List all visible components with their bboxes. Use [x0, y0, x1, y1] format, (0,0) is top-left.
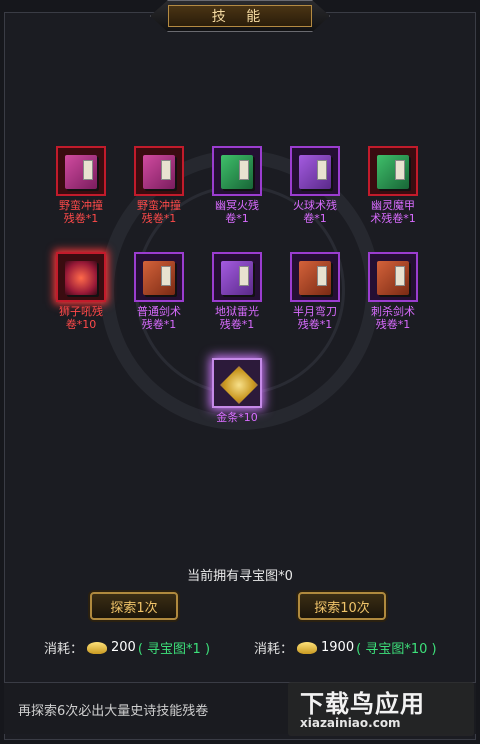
orange-skill-book-icon [290, 252, 340, 302]
reward-item[interactable]: 火球术残 卷*1 [280, 146, 350, 225]
cost-amount: 200 [111, 640, 136, 655]
cost-label: 消耗： [44, 642, 84, 657]
cost-amount: 1900 [321, 640, 355, 655]
reward-item[interactable]: 地狱雷光 残卷*1 [202, 252, 272, 331]
reward-label: 普通剑术 残卷*1 [137, 305, 181, 331]
fire-skill-book-icon [56, 252, 106, 302]
reward-item[interactable]: 幽灵魔甲 术残卷*1 [358, 146, 428, 225]
hint-text: 再探索6次必出大量史诗技能残卷 [18, 704, 209, 719]
reward-item[interactable]: 野蛮冲撞 残卷*1 [124, 146, 194, 225]
magenta-skill-book-icon [134, 146, 184, 196]
orange-skill-book-icon [134, 252, 184, 302]
reward-item[interactable]: 狮子吼残 卷*10 [46, 252, 116, 331]
reward-label: 金条*10 [216, 411, 258, 424]
violet-skill-book-icon [212, 252, 262, 302]
gold-ingot-icon [297, 641, 318, 654]
reward-label: 幽灵魔甲 术残卷*1 [370, 199, 416, 225]
violet-skill-book-icon [290, 146, 340, 196]
cost-label: 消耗： [254, 642, 294, 657]
green-skill-book-icon [368, 146, 418, 196]
orange-skill-book-icon [368, 252, 418, 302]
watermark-url: xiazainiao.com [300, 716, 401, 730]
gold-bar-icon [212, 358, 262, 408]
reward-label: 火球术残 卷*1 [293, 199, 337, 225]
reward-item[interactable]: 刺杀剑术 残卷*1 [358, 252, 428, 331]
cost-ten: 消耗： 1900 ( 寻宝图*10 ) [254, 638, 437, 657]
reward-item[interactable]: 普通剑术 残卷*1 [124, 252, 194, 331]
cost-requirement: ( 寻宝图*1 ) [137, 642, 211, 657]
reward-item[interactable]: 金条*10 [202, 358, 272, 424]
reward-item[interactable]: 幽冥火残 卷*1 [202, 146, 272, 225]
watermark-title: 下载鸟应用 [300, 690, 425, 718]
reward-label: 地狱雷光 残卷*1 [215, 305, 259, 331]
magenta-skill-book-icon [56, 146, 106, 196]
reward-label: 半月弯刀 残卷*1 [293, 305, 337, 331]
cost-requirement: ( 寻宝图*10 ) [356, 642, 437, 657]
reward-item[interactable]: 野蛮冲撞 残卷*1 [46, 146, 116, 225]
cost-once: 消耗： 200 ( 寻宝图*1 ) [44, 638, 210, 657]
reward-label: 狮子吼残 卷*10 [59, 305, 103, 331]
reward-label: 幽冥火残 卷*1 [215, 199, 259, 225]
explore-once-button[interactable]: 探索1次 [90, 592, 178, 620]
explore-ten-button[interactable]: 探索10次 [298, 592, 386, 620]
green-skill-book-icon [212, 146, 262, 196]
reward-label: 刺杀剑术 残卷*1 [371, 305, 415, 331]
panel-title: 技 能 [168, 5, 312, 27]
reward-label: 野蛮冲撞 残卷*1 [59, 199, 103, 225]
reward-item[interactable]: 半月弯刀 残卷*1 [280, 252, 350, 331]
gold-ingot-icon [87, 641, 108, 654]
treasure-map-count: 当前拥有寻宝图*0 [187, 569, 293, 584]
reward-label: 野蛮冲撞 残卷*1 [137, 199, 181, 225]
